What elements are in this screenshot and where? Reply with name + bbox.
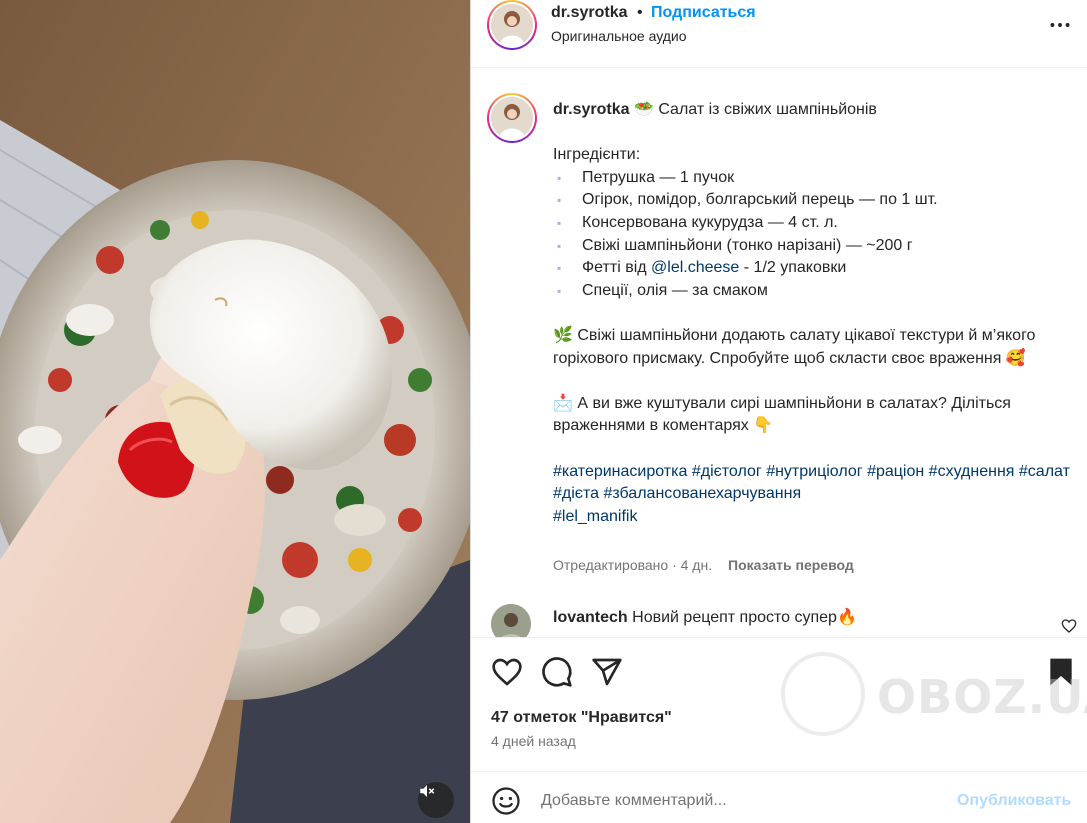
caption-section: dr.syrotka 🥗 Салат із свіжих шампіньйоні… [471, 69, 1087, 637]
herb-emoji: 🌿 [553, 326, 573, 344]
caption-meta: Отредактировано · 4 дн. Показать перевод [553, 557, 854, 573]
hashtags: #катеринасиротка #дієтолог #нутриціолог … [553, 461, 1073, 529]
caption-author-avatar[interactable] [487, 93, 537, 143]
hashtag[interactable]: #салат [1019, 463, 1070, 480]
comment-text: lovantech Новий рецепт просто супер🔥 [553, 609, 857, 626]
hashtag[interactable]: #катеринасиротка [553, 463, 687, 480]
lel-cheese-mention[interactable]: @lel.cheese [651, 259, 739, 276]
heart-icon[interactable] [491, 656, 523, 688]
commenter-avatar[interactable] [491, 604, 531, 637]
salad-emoji: 🥗 [633, 101, 654, 118]
smiley-icon[interactable] [491, 786, 521, 816]
video-player[interactable] [0, 0, 470, 823]
ingredient-item: ▪ Свіжі шампіньйони (тонко нарізані) — ~2… [557, 236, 913, 254]
comment-item: lovantech Новий рецепт просто супер🔥 [491, 604, 1077, 637]
ingredients-heading: Інгредієнти: [553, 146, 641, 164]
author-username[interactable]: dr.syrotka [551, 4, 627, 22]
hashtag[interactable]: #збалансованехарчування [603, 485, 801, 502]
comment-icon[interactable] [541, 656, 573, 688]
likes-count[interactable]: 47 отметок "Нравится" [491, 709, 672, 727]
caption-title: Салат із свіжих шампіньйонів [658, 101, 877, 118]
action-bar [471, 637, 1087, 697]
bookmark-icon[interactable] [1045, 656, 1077, 688]
hashtag[interactable]: #нутриціолог [766, 463, 862, 480]
edited-label: Отредактировано · 4 дн. [553, 557, 713, 573]
author-avatar[interactable] [487, 0, 537, 50]
ingredient-item: ▪ Спеції, олія — за смаком [557, 281, 768, 299]
smile-emoji: 🥰 [1005, 349, 1026, 367]
hashtag[interactable]: #дієта [553, 485, 599, 502]
inbox-emoji: 📩 [553, 394, 573, 412]
video-frame [0, 0, 470, 823]
fire-emoji: 🔥 [836, 609, 857, 626]
ingredient-item: ▪ Огірок, помідор, болгарський перець — п… [557, 191, 938, 209]
show-translation-button[interactable]: Показать перевод [728, 557, 854, 573]
separator-dot: • [637, 4, 643, 21]
hashtag[interactable]: #раціон [867, 463, 924, 480]
caption-paragraph-1: 🌿 Свіжі шампіньйони додають салату цікав… [553, 326, 1036, 367]
muted-speaker-icon [420, 785, 435, 797]
hashtag[interactable]: #дієтолог [692, 463, 762, 480]
ingredient-item: ▪ Фетті від @lel.cheese - 1/2 упаковки [557, 259, 847, 277]
comment-input[interactable] [541, 788, 941, 814]
follow-button[interactable]: Подписаться [651, 4, 756, 22]
ingredient-item: ▪ Петрушка — 1 пучок [557, 168, 735, 186]
audio-label[interactable]: Оригинальное аудио [551, 28, 687, 44]
post-header: dr.syrotka • Подписаться Оригинальное ау… [471, 0, 1087, 68]
point-down-emoji: 👇 [753, 417, 774, 435]
post-date[interactable]: 4 дней назад [491, 733, 576, 749]
hashtag[interactable]: #lel_manifik [553, 508, 637, 525]
comment-heart-icon[interactable] [1061, 618, 1077, 634]
caption-text: dr.syrotka 🥗 Салат із свіжих шампіньйоні… [553, 99, 1073, 528]
caption-username[interactable]: dr.syrotka [553, 101, 629, 118]
hashtag[interactable]: #схуднення [929, 463, 1015, 480]
post-panel: dr.syrotka • Подписаться Оригинальное ау… [470, 0, 1087, 823]
commenter-username[interactable]: lovantech [553, 609, 628, 626]
more-horizontal-icon[interactable] [1047, 12, 1073, 38]
send-icon[interactable] [591, 656, 623, 688]
ingredient-item: ▪ Консервована кукурудза — 4 ст. л. [557, 213, 838, 231]
caption-paragraph-2: 📩 А ви вже куштували сирі шампіньйони в … [553, 394, 1011, 435]
add-comment-bar: Опубликовать [471, 771, 1087, 823]
publish-button[interactable]: Опубликовать [957, 792, 1071, 810]
mute-button[interactable] [418, 782, 454, 818]
